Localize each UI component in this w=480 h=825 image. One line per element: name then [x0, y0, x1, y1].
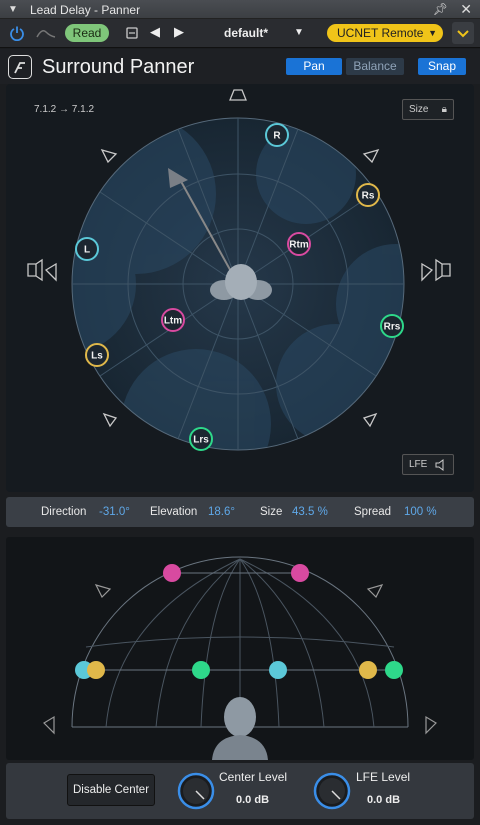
elevation-label: Elevation	[150, 506, 198, 518]
channel-label: Rrs	[384, 322, 401, 333]
toolbar: Read ◀ ▶ default* ▼ UCNET Remote ▼	[0, 19, 480, 48]
elevation-channel-dot[interactable]	[385, 661, 403, 679]
prev-preset-icon[interactable]: ◀	[150, 24, 160, 40]
panel-title: Surround Panner	[42, 56, 195, 78]
channel-label: Rs	[362, 191, 375, 202]
speaker-icon	[435, 459, 444, 471]
top-right-speaker-icon	[366, 584, 384, 599]
channel-node-r[interactable]: R	[265, 123, 289, 147]
close-icon[interactable]: ✕	[460, 1, 472, 18]
elevation-channel-dot[interactable]	[269, 661, 287, 679]
power-icon[interactable]	[9, 25, 25, 41]
pin-icon[interactable]: 📌︎	[433, 2, 448, 16]
elevation-canvas[interactable]	[6, 537, 474, 760]
window-title: Lead Delay - Panner	[30, 3, 141, 17]
balance-button[interactable]: Balance	[346, 58, 404, 75]
preset-dropdown-icon[interactable]: ▼	[294, 27, 304, 38]
elevation-channel-dot[interactable]	[163, 564, 181, 582]
window-titlebar: ▼ Lead Delay - Panner 📌︎ ✕	[0, 0, 480, 19]
lfe-level-knob[interactable]	[312, 771, 352, 811]
footer: Disable Center Center Level 0.0 dB LFE L…	[6, 763, 474, 819]
preset-name[interactable]: default*	[224, 26, 268, 40]
size-lock-button[interactable]: Size 🔒︎	[402, 99, 454, 120]
top-left-speaker-icon	[94, 584, 112, 599]
direction-value[interactable]: -31.0°	[99, 506, 130, 518]
center-level-value[interactable]: 0.0 dB	[236, 794, 269, 806]
spread-value[interactable]: 100 %	[404, 506, 437, 518]
channel-node-rtm[interactable]: Rtm	[287, 232, 311, 256]
channel-label: L	[84, 245, 90, 256]
parameter-bar: Direction -31.0° Elevation 18.6° Size 43…	[6, 497, 474, 527]
collapse-triangle-icon[interactable]: ▼	[8, 4, 18, 15]
size-lock-label: Size	[409, 104, 429, 115]
elevation-value[interactable]: 18.6°	[208, 506, 235, 518]
channel-label: Ltm	[164, 316, 182, 327]
channel-label: Rtm	[289, 240, 309, 251]
rear-left-speaker-icon	[102, 412, 118, 428]
read-button[interactable]: Read	[65, 24, 109, 42]
lock-icon: 🔒︎	[441, 104, 447, 115]
direction-label: Direction	[41, 506, 87, 518]
chevron-down-icon	[457, 30, 469, 38]
ucnet-remote-button[interactable]: UCNET Remote ▼	[327, 24, 443, 42]
size-label: Size	[260, 506, 283, 518]
snap-button[interactable]: Snap	[418, 58, 466, 75]
front-left-speaker-icon	[100, 148, 118, 164]
pan-button[interactable]: Pan	[286, 58, 342, 75]
expand-button[interactable]	[452, 22, 474, 44]
lfe-button[interactable]: LFE	[402, 454, 454, 475]
elevation-channel-dot[interactable]	[87, 661, 105, 679]
side-right-speaker-icon	[421, 262, 434, 282]
right-speaker-icon	[435, 258, 451, 282]
panel-header: Surround Panner Pan Balance Snap	[0, 49, 480, 84]
lfe-label: LFE	[409, 459, 428, 470]
surround-panner-field[interactable]: R Rs Rtm L Ltm Rrs Ls Lrs 7.1.2 → 7.1.2 Size 🔒︎…	[6, 84, 474, 492]
center-level-label: Center Level	[219, 770, 288, 784]
left-speaker-icon	[27, 258, 43, 282]
chevron-down-icon: ▼	[428, 28, 437, 38]
panner-canvas[interactable]: R Rs Rtm L Ltm Rrs Ls Lrs 7.1.2 → 7.1.2	[6, 84, 474, 492]
elevation-channel-dot[interactable]	[359, 661, 377, 679]
channel-label: Ls	[91, 351, 103, 362]
elevation-view[interactable]	[6, 537, 474, 760]
format-label: 7.1.2 → 7.1.2	[34, 104, 94, 115]
right-speaker-icon	[425, 715, 437, 735]
size-value[interactable]: 43.5 %	[292, 506, 328, 518]
listener-head-icon	[212, 697, 268, 760]
ucnet-remote-label: UCNET Remote	[337, 26, 424, 40]
save-icon[interactable]	[125, 26, 139, 40]
next-preset-icon[interactable]: ▶	[174, 24, 184, 40]
rear-right-speaker-icon	[362, 412, 378, 428]
channel-node-rs[interactable]: Rs	[356, 183, 380, 207]
center-speaker-icon	[229, 89, 247, 101]
spread-label: Spread	[354, 506, 392, 518]
channel-node-ls[interactable]: Ls	[85, 343, 109, 367]
plugin-logo-icon	[8, 55, 32, 79]
channel-node-lrs[interactable]: Lrs	[189, 427, 213, 451]
elevation-channel-dot[interactable]	[291, 564, 309, 582]
lfe-level-label: LFE Level	[356, 770, 411, 784]
channel-label: Lrs	[193, 435, 209, 446]
lfe-level-value[interactable]: 0.0 dB	[367, 794, 400, 806]
channel-node-ltm[interactable]: Ltm	[161, 308, 185, 332]
channel-node-rrs[interactable]: Rrs	[380, 314, 404, 338]
center-level-knob[interactable]	[176, 771, 216, 811]
front-right-speaker-icon	[362, 148, 380, 164]
side-left-speaker-icon	[44, 262, 57, 282]
channel-node-l[interactable]: L	[75, 237, 99, 261]
left-speaker-icon	[43, 715, 55, 735]
elevation-channel-dot[interactable]	[192, 661, 210, 679]
channel-label: R	[273, 131, 281, 142]
disable-center-button[interactable]: Disable Center	[67, 774, 155, 806]
automation-curve-icon[interactable]	[36, 27, 56, 39]
